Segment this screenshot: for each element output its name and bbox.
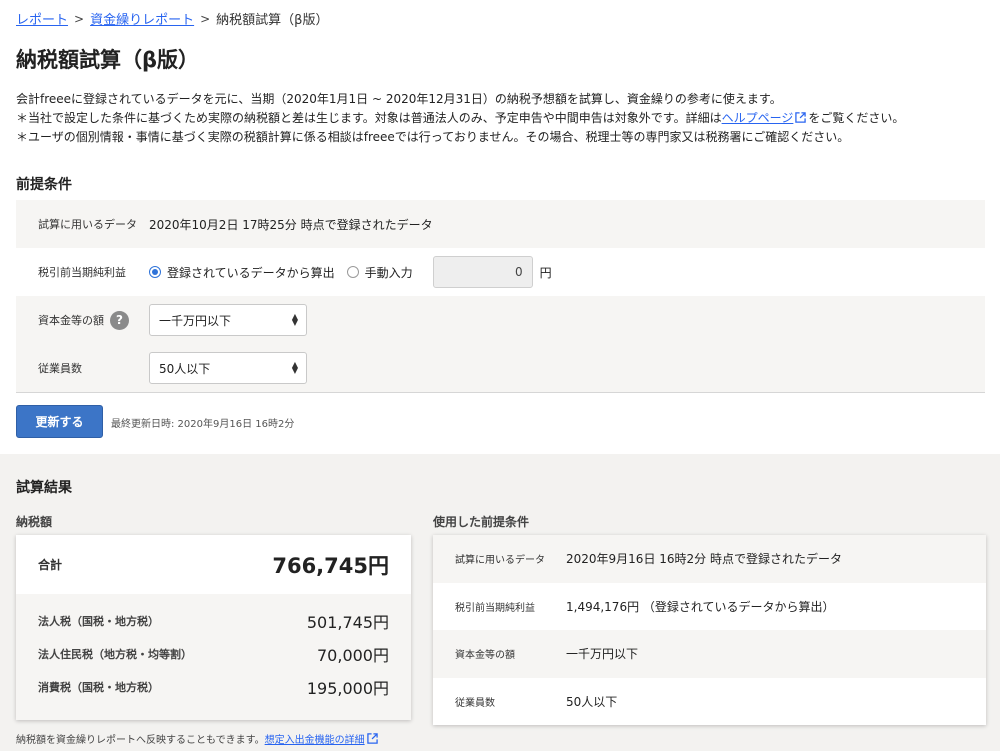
income-source-options: 登録されているデータから算出 手動入力 0 円 xyxy=(149,256,552,288)
help-icon[interactable]: ? xyxy=(110,310,129,330)
condition-label: 従業員数 xyxy=(38,362,82,375)
description-line-3: ＊ユーザの個別情報・事情に基づく実際の税額計算に係る相談はfreeeでは行ってお… xyxy=(16,130,850,144)
tax-item-inhabitant: 法人住民税（地方税・均等割） 70,000円 xyxy=(38,645,389,665)
description-line-2: ＊当社で設定した条件に基づくため実際の納税額と差は生じます。対象は普通法人のみ、… xyxy=(16,111,905,125)
tax-total-row: 合計 766,745円 xyxy=(16,535,411,594)
used-conditions-heading: 使用した前提条件 xyxy=(433,515,530,529)
condition-label: 試算に用いるデータ xyxy=(38,218,137,231)
used-condition-row: 資本金等の額 一千万円以下 xyxy=(433,630,986,678)
footer-note: 納税額を資金繰りレポートへ反映することもできます。想定入出金機能の詳細 xyxy=(16,731,380,746)
external-link-icon[interactable] xyxy=(366,733,378,744)
used-condition-row: 税引前当期純利益 1,494,176円 （登録されているデータから算出） xyxy=(455,599,835,614)
used-conditions-card: 試算に用いるデータ 2020年9月16日 16時2分 時点で登録されたデータ 税… xyxy=(433,535,986,725)
tax-breakdown: 法人税（国税・地方税） 501,745円 法人住民税（地方税・均等割） 70,0… xyxy=(16,594,411,720)
tax-amount-heading: 納税額 xyxy=(16,515,53,529)
last-updated-text: 最終更新日時: 2020年9月16日 16時2分 xyxy=(111,419,295,430)
description-line-1: 会計freeeに登録されているデータを元に、当期（2020年1月1日 ~ 202… xyxy=(16,92,782,106)
radio-button[interactable] xyxy=(346,266,359,278)
help-page-link[interactable]: ヘルプページ xyxy=(722,111,794,125)
radio-button-checked[interactable] xyxy=(149,266,161,278)
breadcrumb: レポート > 資金繰りレポート > 納税額試算（β版） xyxy=(16,9,329,29)
condition-row-employees: 従業員数 50人以下 ▲ ▼ xyxy=(16,344,985,392)
page-title: 納税額試算（β版） xyxy=(16,48,200,72)
radio-registered-data[interactable]: 登録されているデータから算出 xyxy=(149,264,335,281)
breadcrumb-item-cashflow-report[interactable]: 資金繰りレポート xyxy=(90,9,194,28)
condition-row-income: 税引前当期純利益 登録されているデータから算出 手動入力 0 円 xyxy=(16,248,985,296)
results-title: 試算結果 xyxy=(16,480,72,496)
condition-data-value: 2020年10月2日 17時25分 時点で登録されたデータ xyxy=(149,217,433,232)
employees-select[interactable]: 50人以下 ▲ ▼ xyxy=(149,352,307,384)
condition-row-data: 試算に用いるデータ 2020年10月2日 17時25分 時点で登録されたデータ xyxy=(16,200,985,248)
update-button[interactable]: 更新する xyxy=(16,405,103,438)
page-description: 会計freeeに登録されているデータを元に、当期（2020年1月1日 ~ 202… xyxy=(16,90,904,147)
select-arrows-icon: ▲ ▼ xyxy=(291,360,298,375)
tax-item-consumption: 消費税（国税・地方税） 195,000円 xyxy=(38,678,389,698)
condition-row-capital: 資本金等の額 ? 一千万円以下 ▲ ▼ xyxy=(16,296,985,344)
select-arrows-icon: ▲ ▼ xyxy=(291,312,298,327)
condition-label: 資本金等の額 ? xyxy=(16,310,149,330)
conditions-table: 試算に用いるデータ 2020年10月2日 17時25分 時点で登録されたデータ … xyxy=(16,200,985,393)
yen-unit: 円 xyxy=(539,265,552,280)
tax-total-value: 766,745円 xyxy=(272,553,389,578)
planned-cashflow-link[interactable]: 想定入出金機能の詳細 xyxy=(265,735,365,746)
used-condition-row: 試算に用いるデータ 2020年9月16日 16時2分 時点で登録されたデータ xyxy=(433,535,986,583)
tax-amount-card: 合計 766,745円 法人税（国税・地方税） 501,745円 法人住民税（地… xyxy=(16,535,411,720)
radio-manual-input[interactable]: 手動入力 xyxy=(346,264,413,281)
condition-label: 税引前当期純利益 xyxy=(38,266,126,279)
external-link-icon[interactable] xyxy=(795,112,807,123)
tax-total-label: 合計 xyxy=(38,558,63,572)
manual-amount-input[interactable]: 0 xyxy=(432,256,533,288)
used-condition-row: 従業員数 50人以下 xyxy=(455,694,618,709)
breadcrumb-current: 納税額試算（β版） xyxy=(216,13,329,28)
capital-select[interactable]: 一千万円以下 ▲ ▼ xyxy=(149,304,307,336)
tax-item-corporate: 法人税（国税・地方税） 501,745円 xyxy=(38,612,389,632)
chevron-right-icon: > xyxy=(200,11,211,26)
conditions-title: 前提条件 xyxy=(16,177,72,193)
chevron-right-icon: > xyxy=(74,11,85,26)
breadcrumb-item-reports[interactable]: レポート xyxy=(16,9,68,28)
